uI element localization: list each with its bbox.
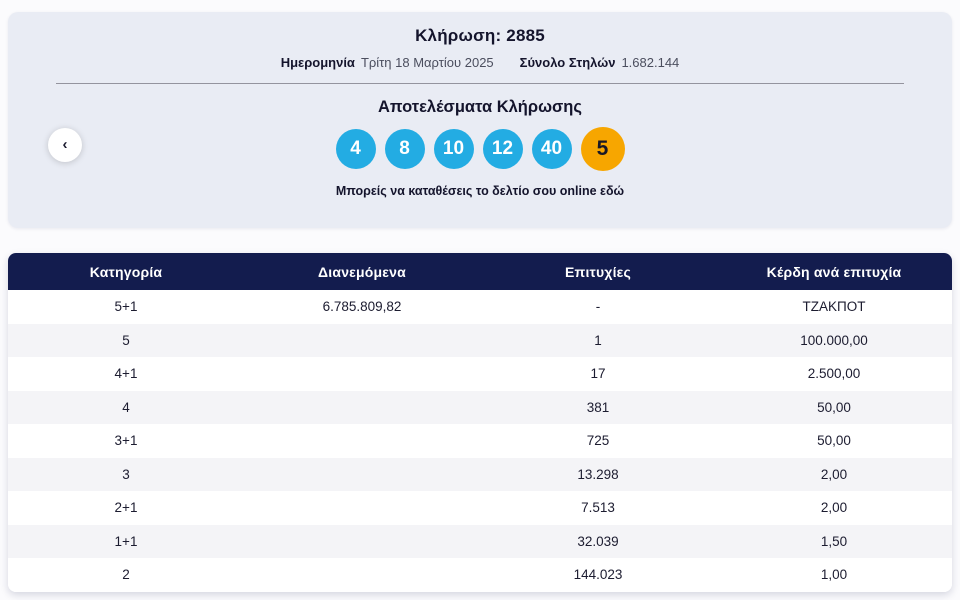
draw-title-label: Κλήρωση: <box>415 26 502 45</box>
prize-table-card: Κατηγορία Διανεμόμενα Επιτυχίες Κέρδη αν… <box>8 253 952 592</box>
table-cell: 100.000,00 <box>800 332 868 348</box>
winning-number-ball: 40 <box>531 129 572 169</box>
table-cell: 2 <box>122 567 130 583</box>
draw-meta: Ημερομηνία Τρίτη 18 Μαρτίου 2025 Σύνολο … <box>56 55 904 70</box>
winning-number-ball: 4 <box>335 129 376 169</box>
table-cell: 32.039 <box>577 533 619 549</box>
table-cell: 4+1 <box>114 366 138 382</box>
winning-numbers: 4 8 10 12 40 5 <box>56 127 904 171</box>
draw-date-label: Ημερομηνία <box>280 55 355 70</box>
table-cell: 13.298 <box>577 466 619 482</box>
total-columns-label: Σύνολο Στηλών <box>519 55 616 70</box>
results-table-body: 5+1 6.785.809,82 - ΤΖΑΚΠΟΤ 5 1 100.000,00 4+1 17… <box>8 290 952 592</box>
table-cell: - <box>595 299 601 315</box>
table-cell: 3+1 <box>114 433 138 449</box>
table-cell: 5 <box>122 332 130 348</box>
table-cell: 1+1 <box>114 533 138 549</box>
table-cell: 1,00 <box>820 567 848 583</box>
table-cell <box>244 391 480 425</box>
table-cell <box>244 558 480 592</box>
winning-number-ball: 8 <box>384 129 425 169</box>
table-row: 4+1 17 2.500,00 <box>8 357 952 391</box>
table-cell <box>244 424 480 458</box>
page-title: Κλήρωση: 2885 <box>56 26 904 46</box>
table-row: 2+1 7.513 2,00 <box>8 491 952 525</box>
table-cell <box>244 458 480 492</box>
draw-date-value: Τρίτη 18 Μαρτίου 2025 <box>360 55 494 70</box>
total-columns-value: 1.682.144 <box>621 55 680 70</box>
header-row: Κατηγορία Διανεμόμενα Επιτυχίες Κέρδη αν… <box>8 253 952 290</box>
online-submit-text: Μπορείς να καταθέσεις το δελτίο σου onli… <box>56 184 904 198</box>
column-header-prize-per-win: Κέρδη ανά επιτυχία <box>716 253 952 290</box>
table-cell: 50,00 <box>817 399 851 415</box>
table-cell: 2+1 <box>114 500 138 516</box>
draw-number: 2885 <box>506 26 545 45</box>
results-heading: Αποτελέσματα Κλήρωσης <box>378 98 582 116</box>
table-cell <box>244 525 480 559</box>
table-cell: 6.785.809,82 <box>322 299 402 315</box>
joker-number-ball: 5 <box>580 127 625 171</box>
draw-date: Ημερομηνία Τρίτη 18 Μαρτίου 2025 <box>281 55 494 70</box>
table-cell: 2,00 <box>820 466 848 482</box>
draw-summary-card: Κλήρωση: 2885 Ημερομηνία Τρίτη 18 Μαρτίο… <box>8 12 952 228</box>
online-submit-link[interactable]: εδώ <box>600 184 624 198</box>
column-header-winners: Επιτυχίες <box>480 253 716 290</box>
prize-table: Κατηγορία Διανεμόμενα Επιτυχίες Κέρδη αν… <box>8 253 952 592</box>
previous-draw-button[interactable]: ‹ <box>48 128 82 162</box>
column-header-category: Κατηγορία <box>8 253 244 290</box>
divider <box>56 83 904 84</box>
table-cell: 1 <box>594 332 602 348</box>
table-cell: 1,50 <box>820 533 848 549</box>
table-cell: 3 <box>122 466 130 482</box>
prize-table-head: Κατηγορία Διανεμόμενα Επιτυχίες Κέρδη αν… <box>8 253 952 290</box>
table-cell: 381 <box>586 399 610 415</box>
table-cell <box>244 491 480 525</box>
winning-number-ball: 12 <box>482 129 523 169</box>
table-cell: 17 <box>590 366 606 382</box>
table-cell: 144.023 <box>573 567 623 583</box>
table-cell: 725 <box>586 433 610 449</box>
total-columns: Σύνολο Στηλών 1.682.144 <box>520 55 680 70</box>
table-cell: 4 <box>122 399 130 415</box>
chevron-left-icon: ‹ <box>62 135 68 153</box>
table-cell <box>244 357 480 391</box>
winning-number-ball: 10 <box>433 129 474 169</box>
table-row: 1+1 32.039 1,50 <box>8 524 952 559</box>
table-row: 3 13.298 2,00 <box>8 457 952 492</box>
table-cell: 7.513 <box>581 500 615 516</box>
table-row: 5+1 6.785.809,82 - ΤΖΑΚΠΟΤ <box>8 290 952 324</box>
table-row: 4 381 50,00 <box>8 390 952 425</box>
table-cell: 5+1 <box>114 299 138 315</box>
table-row: 2 144.023 1,00 <box>8 558 952 592</box>
table-cell: 2,00 <box>820 500 848 516</box>
table-cell: 2.500,00 <box>807 366 861 382</box>
table-row: 3+1 725 50,00 <box>8 424 952 458</box>
column-header-distributed: Διανεμόμενα <box>244 253 480 290</box>
table-cell: 50,00 <box>817 433 851 449</box>
table-row: 5 1 100.000,00 <box>8 323 952 358</box>
online-submit-label: Μπορείς να καταθέσεις το δελτίο σου onli… <box>335 184 597 198</box>
table-cell: ΤΖΑΚΠΟΤ <box>802 299 866 315</box>
table-cell <box>244 324 480 358</box>
